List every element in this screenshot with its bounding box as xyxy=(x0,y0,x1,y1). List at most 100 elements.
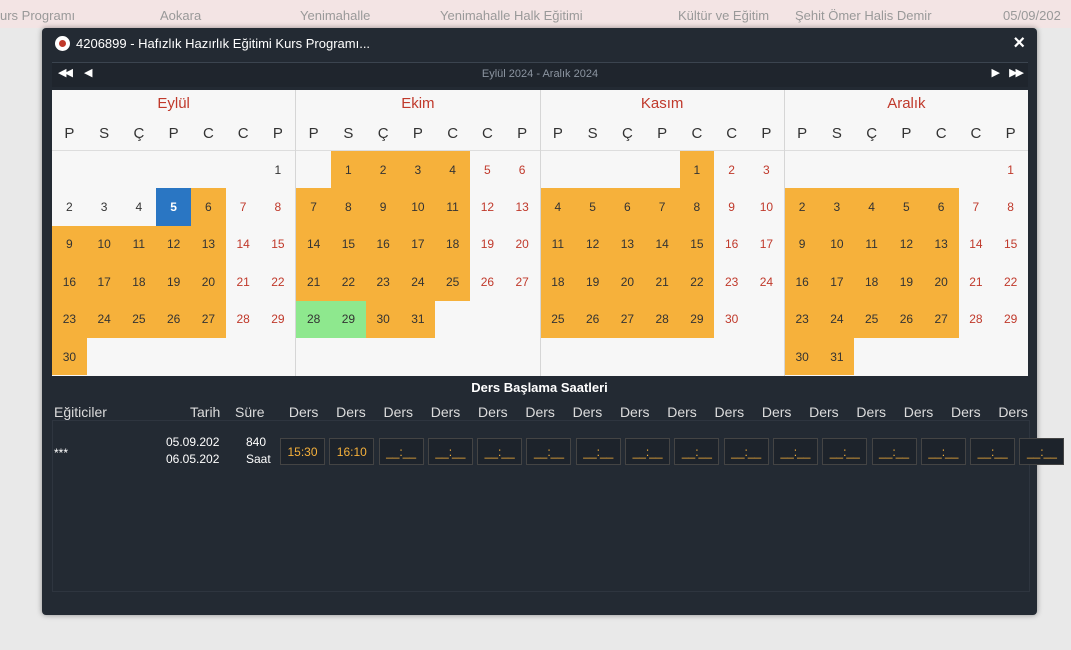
day-cell[interactable]: 5 xyxy=(470,151,505,188)
day-cell[interactable]: 11 xyxy=(435,188,470,226)
day-cell[interactable]: 28 xyxy=(959,301,994,338)
day-cell[interactable]: 26 xyxy=(156,300,191,338)
day-cell[interactable]: 22 xyxy=(331,263,366,301)
day-cell[interactable]: 14 xyxy=(644,225,680,264)
day-cell[interactable]: 23 xyxy=(365,263,401,301)
day-cell[interactable]: 26 xyxy=(575,300,610,338)
day-cell[interactable]: 27 xyxy=(505,263,540,300)
day-cell[interactable]: 6 xyxy=(505,151,540,188)
lesson-time-input[interactable]: __:__ xyxy=(477,438,523,465)
day-cell[interactable]: 16 xyxy=(714,226,749,263)
day-cell[interactable]: 17 xyxy=(86,263,122,301)
day-cell[interactable]: 23 xyxy=(52,300,87,338)
day-cell[interactable]: 9 xyxy=(52,225,87,264)
day-cell[interactable]: 10 xyxy=(400,188,436,226)
day-cell[interactable]: 4 xyxy=(540,188,576,226)
day-cell[interactable]: 10 xyxy=(749,188,784,225)
day-cell[interactable]: 20 xyxy=(923,263,959,301)
day-cell[interactable]: 1 xyxy=(993,151,1028,188)
day-cell[interactable]: 10 xyxy=(819,225,855,264)
day-cell[interactable]: 4 xyxy=(854,188,889,226)
lesson-time-input[interactable]: __:__ xyxy=(772,438,818,465)
day-cell[interactable]: 31 xyxy=(400,300,436,338)
day-cell[interactable]: 7 xyxy=(296,188,331,226)
day-cell[interactable]: 3 xyxy=(87,188,122,225)
day-cell[interactable]: 20 xyxy=(610,263,645,301)
day-cell[interactable]: 28 xyxy=(296,300,331,338)
day-cell[interactable]: 7 xyxy=(644,188,680,226)
day-cell[interactable]: 21 xyxy=(296,263,331,301)
day-cell[interactable]: 18 xyxy=(435,225,470,264)
day-cell[interactable]: 19 xyxy=(889,263,924,301)
next-page-icon[interactable]: ▶ xyxy=(992,66,1001,79)
day-cell[interactable]: 6 xyxy=(610,188,645,226)
day-cell[interactable]: 3 xyxy=(749,151,784,188)
lesson-time-input[interactable]: __:__ xyxy=(674,438,720,465)
day-cell[interactable]: 21 xyxy=(959,263,994,300)
day-cell[interactable]: 8 xyxy=(993,188,1028,225)
day-cell[interactable]: 28 xyxy=(644,300,680,338)
lesson-time-input[interactable]: __:__ xyxy=(526,438,572,465)
day-cell[interactable]: 4 xyxy=(122,188,157,225)
day-cell[interactable]: 3 xyxy=(400,151,436,189)
day-cell[interactable]: 9 xyxy=(784,225,820,264)
day-cell[interactable]: 29 xyxy=(261,301,296,338)
day-cell[interactable]: 2 xyxy=(365,151,401,189)
lesson-time-input[interactable]: __:__ xyxy=(427,438,473,465)
close-icon[interactable]: × xyxy=(1013,32,1025,55)
lesson-time-input[interactable]: __:__ xyxy=(970,438,1016,465)
day-cell[interactable]: 18 xyxy=(854,263,889,301)
day-cell[interactable]: 16 xyxy=(52,263,87,301)
day-cell[interactable]: 21 xyxy=(226,263,261,300)
day-cell[interactable]: 18 xyxy=(540,263,576,301)
day-cell[interactable]: 1 xyxy=(679,151,715,189)
day-cell[interactable]: 2 xyxy=(714,151,749,188)
day-cell[interactable]: 26 xyxy=(889,300,924,338)
day-cell[interactable]: 12 xyxy=(575,225,610,264)
day-cell[interactable]: 15 xyxy=(993,226,1028,263)
day-cell[interactable]: 19 xyxy=(470,226,505,263)
day-cell[interactable]: 14 xyxy=(226,226,261,263)
day-cell[interactable]: 27 xyxy=(610,300,645,338)
day-cell[interactable]: 25 xyxy=(854,300,889,338)
day-cell[interactable]: 25 xyxy=(435,263,470,301)
day-cell[interactable]: 25 xyxy=(121,300,157,338)
lesson-time-input[interactable]: __:__ xyxy=(625,438,671,465)
day-cell[interactable]: 27 xyxy=(191,300,226,338)
day-cell[interactable]: 12 xyxy=(889,225,924,264)
day-cell[interactable]: 15 xyxy=(679,225,715,264)
day-cell[interactable]: 24 xyxy=(819,300,855,338)
day-cell[interactable]: 30 xyxy=(714,301,749,338)
day-cell[interactable]: 24 xyxy=(86,300,122,338)
lesson-time-input[interactable]: __:__ xyxy=(723,438,769,465)
day-cell[interactable]: 22 xyxy=(679,263,715,301)
day-cell[interactable]: 29 xyxy=(679,300,715,338)
day-cell[interactable]: 11 xyxy=(854,225,889,264)
day-cell[interactable]: 29 xyxy=(331,300,366,338)
day-cell[interactable]: 26 xyxy=(470,263,505,300)
day-cell[interactable]: 7 xyxy=(226,188,261,225)
day-cell[interactable]: 19 xyxy=(156,263,191,301)
day-cell[interactable]: 5 xyxy=(889,188,924,226)
day-cell[interactable]: 20 xyxy=(505,226,540,263)
last-page-icon[interactable]: ▶▶ xyxy=(1009,66,1024,79)
day-cell[interactable]: 30 xyxy=(784,337,820,376)
day-cell[interactable]: 23 xyxy=(784,300,820,338)
day-cell[interactable]: 22 xyxy=(261,263,296,300)
day-cell[interactable]: 17 xyxy=(819,263,855,301)
day-cell[interactable]: 8 xyxy=(679,188,715,226)
day-cell[interactable]: 7 xyxy=(959,188,994,225)
day-cell[interactable]: 15 xyxy=(261,226,296,263)
day-cell[interactable]: 10 xyxy=(86,225,122,264)
lesson-time-input[interactable]: 16:10 xyxy=(329,438,375,465)
day-cell[interactable]: 25 xyxy=(540,300,576,338)
day-cell[interactable]: 9 xyxy=(365,188,401,226)
day-cell[interactable]: 3 xyxy=(819,188,855,226)
day-cell[interactable]: 16 xyxy=(784,263,820,301)
day-cell[interactable]: 4 xyxy=(435,151,470,189)
lesson-time-input[interactable]: 15:30 xyxy=(280,438,325,465)
day-cell[interactable]: 18 xyxy=(121,263,157,301)
day-cell[interactable]: 24 xyxy=(400,263,436,301)
lesson-time-input[interactable]: __:__ xyxy=(575,438,621,465)
day-cell[interactable]: 6 xyxy=(923,188,959,226)
